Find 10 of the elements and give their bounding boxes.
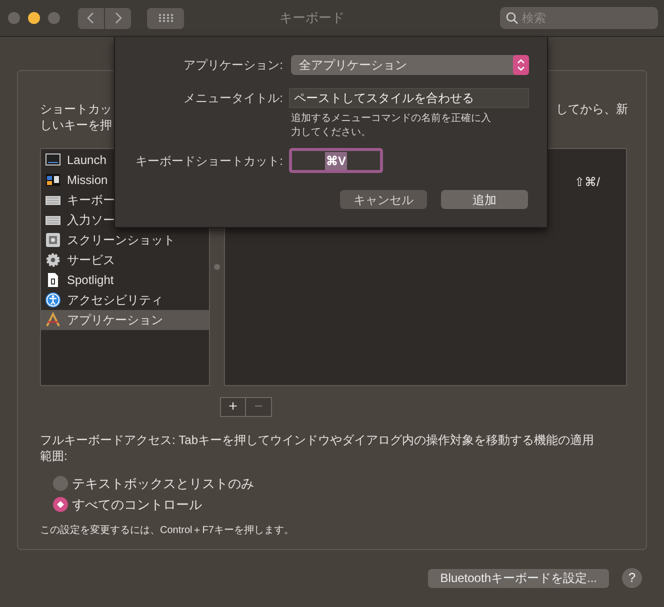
instruction-text: ショートカッ しいキーを押 bbox=[40, 101, 113, 133]
window-title: キーボード bbox=[278, 9, 346, 28]
shortcut-label: キーボードショートカット: bbox=[134, 152, 283, 170]
note-text: この設定を変更するには、Control＋F7キーを押します。 bbox=[40, 524, 295, 538]
shortcut-keys: ⇧⌘/ bbox=[574, 173, 600, 191]
full-keyboard-access-text: フルキーボードアクセス: Tabキーを押してウインドウやダイアログ内の操作対象を移動する機能の適用範囲: bbox=[40, 432, 596, 464]
instruction-text: してから、新 bbox=[556, 101, 629, 118]
application-label: アプリケーション: bbox=[182, 57, 283, 74]
hint-text: 追加するメニューコマンドの名前を正確に入力してください。 bbox=[291, 112, 491, 140]
menu-title-label: メニュータイトル: bbox=[182, 90, 283, 107]
